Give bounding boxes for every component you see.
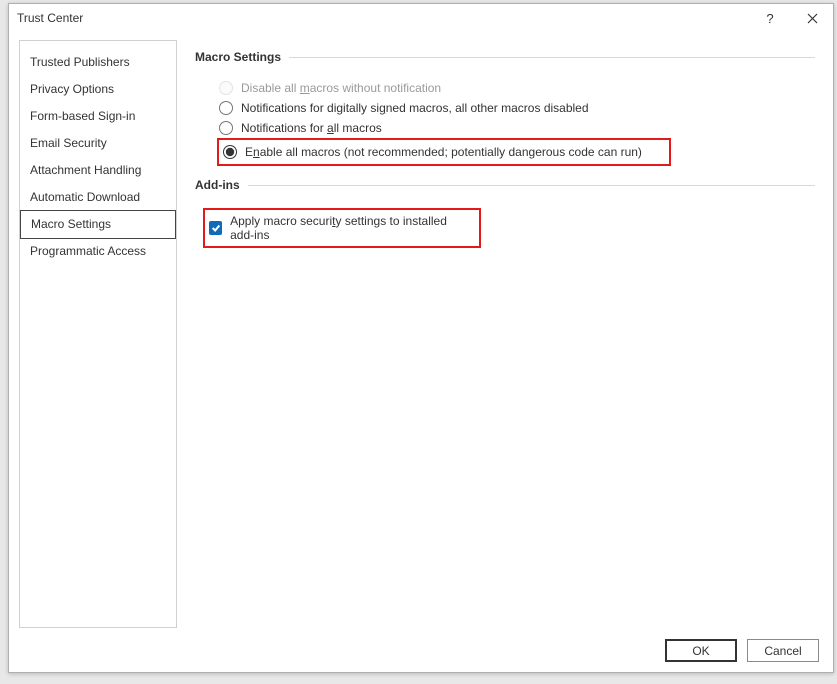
radio-label: Enable all macros (not recommended; pote… [245,145,642,159]
dialog-title: Trust Center [17,11,83,25]
trust-center-dialog: Trust Center ? Trusted Publishers Privac… [8,3,834,673]
radio-input-all-macros[interactable] [219,121,233,135]
radio-input-digitally-signed[interactable] [219,101,233,115]
radio-all-macros[interactable]: Notifications for all macros [195,118,815,138]
close-button[interactable] [791,4,833,32]
sidebar-item-form-based-sign-in[interactable]: Form-based Sign-in [20,103,176,130]
radio-input-enable-all[interactable] [223,145,237,159]
section-title-macro: Macro Settings [195,50,281,64]
radio-disable-all-macros: Disable all macros without notification [195,78,815,98]
sidebar-item-automatic-download[interactable]: Automatic Download [20,184,176,211]
section-divider [289,57,815,58]
sidebar: Trusted Publishers Privacy Options Form-… [19,40,177,628]
sidebar-item-privacy-options[interactable]: Privacy Options [20,76,176,103]
highlight-enable-all: Enable all macros (not recommended; pote… [217,138,671,166]
section-divider [248,185,815,186]
content-pane: Macro Settings Disable all macros withou… [177,40,823,628]
section-title-addins: Add-ins [195,178,240,192]
checkbox-input[interactable] [209,221,222,235]
close-icon [807,13,818,24]
radio-label: Notifications for all macros [241,121,382,135]
radio-digitally-signed[interactable]: Notifications for digitally signed macro… [195,98,815,118]
sidebar-item-trusted-publishers[interactable]: Trusted Publishers [20,49,176,76]
check-icon [211,223,221,233]
titlebar: Trust Center ? [9,4,833,32]
sidebar-item-attachment-handling[interactable]: Attachment Handling [20,157,176,184]
radio-input-disable-all [219,81,233,95]
checkbox-label: Apply macro security settings to install… [230,214,473,242]
radio-label: Disable all macros without notification [241,81,441,95]
cancel-button[interactable]: Cancel [747,639,819,662]
help-button[interactable]: ? [749,4,791,32]
ok-button[interactable]: OK [665,639,737,662]
radio-enable-all[interactable]: Enable all macros (not recommended; pote… [223,142,642,162]
sidebar-item-email-security[interactable]: Email Security [20,130,176,157]
checkbox-apply-security[interactable]: Apply macro security settings to install… [209,212,473,244]
highlight-apply-security: Apply macro security settings to install… [203,208,481,248]
radio-label: Notifications for digitally signed macro… [241,101,589,115]
sidebar-item-macro-settings[interactable]: Macro Settings [20,210,176,239]
sidebar-item-programmatic-access[interactable]: Programmatic Access [20,238,176,265]
dialog-buttons: OK Cancel [665,639,819,662]
